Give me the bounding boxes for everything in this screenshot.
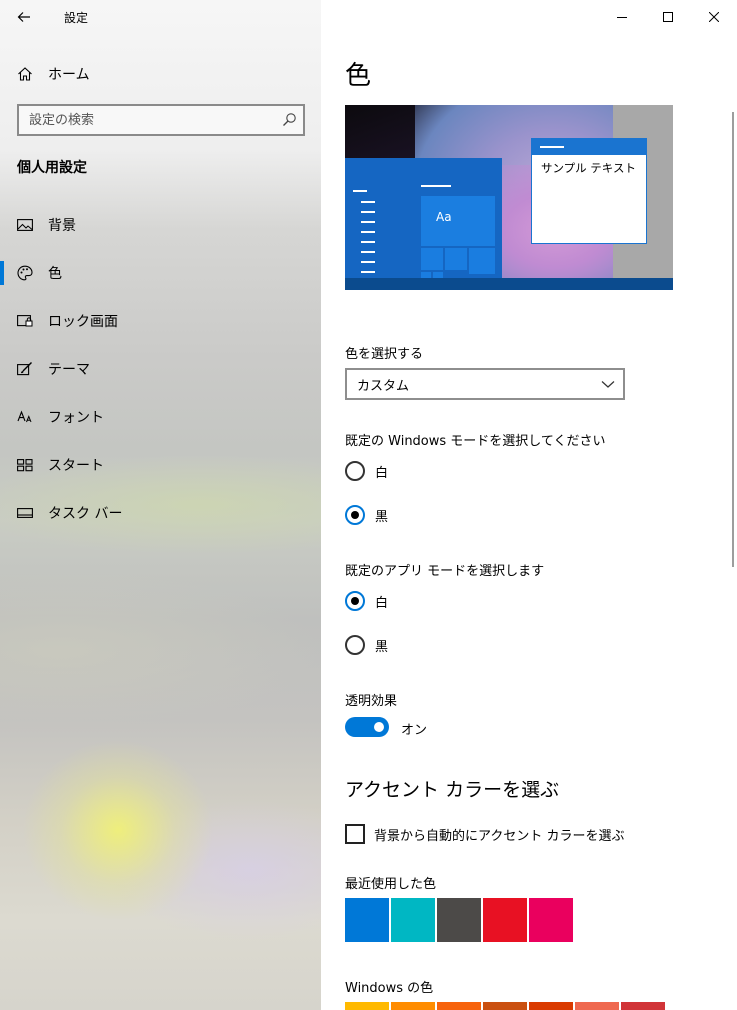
color-swatch[interactable] (529, 898, 573, 942)
back-button[interactable] (8, 2, 40, 32)
title-bar: 設定 (0, 0, 321, 34)
windows-mode-label: 既定の Windows モードを選択してください (345, 434, 606, 449)
windows-colors-label: Windows の色 (345, 981, 434, 996)
color-swatch[interactable] (345, 1002, 389, 1010)
radio-label: 黒 (375, 509, 389, 525)
start-grid-icon (16, 456, 34, 474)
auto-accent-checkbox-row[interactable]: 背景から自動的にアクセント カラーを選ぶ (345, 823, 624, 845)
color-swatch[interactable] (345, 898, 389, 942)
sidebar: 設定 ホーム 個人用設定 背景 (0, 0, 321, 1010)
minimize-icon (617, 17, 627, 18)
transparency-toggle[interactable] (345, 717, 389, 737)
close-icon (709, 12, 719, 22)
color-swatch[interactable] (575, 1002, 619, 1010)
sidebar-item-lock-screen[interactable]: ロック画面 (0, 301, 321, 341)
window-controls (599, 0, 737, 34)
app-mode-light-radio[interactable]: 白 (345, 589, 388, 613)
radio-button[interactable] (345, 461, 365, 481)
sidebar-item-label: フォント (48, 410, 104, 426)
sidebar-item-label: テーマ (48, 362, 90, 378)
color-swatch[interactable] (437, 1002, 481, 1010)
scrollbar[interactable] (732, 112, 734, 567)
theme-brush-icon (16, 360, 34, 378)
maximize-button[interactable] (645, 0, 691, 34)
maximize-icon (663, 12, 673, 22)
sidebar-item-label: 背景 (48, 218, 76, 234)
lock-screen-icon (16, 312, 34, 330)
close-button[interactable] (691, 0, 737, 34)
radio-label: 白 (375, 595, 389, 611)
sidebar-item-label: スタート (48, 458, 104, 474)
radio-button[interactable] (345, 591, 365, 611)
app-mode-label: 既定のアプリ モードを選択します (345, 564, 545, 579)
section-title: 個人用設定 (17, 160, 87, 176)
windows-mode-light-radio[interactable]: 白 (345, 459, 388, 483)
back-arrow-icon (17, 12, 30, 22)
palette-icon (16, 264, 34, 282)
transparency-state-label: オン (401, 723, 428, 738)
sidebar-item-label: 色 (48, 266, 62, 282)
sidebar-item-themes[interactable]: テーマ (0, 349, 321, 389)
search-icon[interactable] (281, 112, 297, 128)
home-label: ホーム (48, 67, 90, 83)
page-title: 色 (345, 61, 372, 91)
color-swatch[interactable] (529, 1002, 573, 1010)
choose-color-label: 色を選択する (345, 347, 424, 362)
main-panel: 色 Aa サンプル テキスト 色を選択する カスタム 既定の Windows モ… (321, 0, 737, 1010)
home-icon (16, 65, 34, 83)
search-box[interactable] (17, 104, 305, 136)
sidebar-item-taskbar[interactable]: タスク バー (0, 493, 321, 533)
sidebar-item-label: タスク バー (48, 506, 123, 522)
color-swatch[interactable] (391, 898, 435, 942)
app-mode-dark-radio[interactable]: 黒 (345, 633, 388, 657)
preview-tile-text: Aa (436, 210, 452, 224)
minimize-button[interactable] (599, 0, 645, 34)
windows-mode-dark-radio[interactable]: 黒 (345, 503, 388, 527)
preview-taskbar (345, 278, 673, 290)
picture-icon (16, 216, 34, 234)
recent-colors (345, 898, 573, 942)
taskbar-icon (16, 504, 34, 522)
color-swatch[interactable] (621, 1002, 665, 1010)
choose-color-value: カスタム (357, 378, 410, 394)
sidebar-item-colors[interactable]: 色 (0, 253, 321, 293)
auto-accent-label: 背景から自動的にアクセント カラーを選ぶ (374, 828, 625, 844)
color-swatch[interactable] (483, 898, 527, 942)
radio-button[interactable] (345, 635, 365, 655)
accent-heading: アクセント カラーを選ぶ (345, 779, 560, 801)
chevron-down-icon (601, 381, 615, 388)
auto-accent-checkbox[interactable] (345, 824, 365, 844)
radio-button[interactable] (345, 505, 365, 525)
sidebar-item-label: ロック画面 (48, 314, 118, 330)
sidebar-item-start[interactable]: スタート (0, 445, 321, 485)
transparency-label: 透明効果 (345, 694, 398, 709)
color-swatch[interactable] (391, 1002, 435, 1010)
preview-sample-text: サンプル テキスト (541, 161, 636, 175)
choose-color-dropdown[interactable]: カスタム (345, 368, 625, 400)
radio-label: 白 (375, 465, 389, 481)
sidebar-item-background[interactable]: 背景 (0, 205, 321, 245)
nav-home[interactable]: ホーム (0, 58, 321, 90)
color-swatch[interactable] (483, 1002, 527, 1010)
color-swatch[interactable] (437, 898, 481, 942)
preview-start-menu (345, 158, 502, 282)
app-title: 設定 (64, 11, 89, 25)
windows-colors (345, 1002, 665, 1010)
recent-colors-label: 最近使用した色 (345, 877, 437, 892)
radio-label: 黒 (375, 639, 389, 655)
font-icon (16, 408, 34, 426)
sidebar-item-fonts[interactable]: フォント (0, 397, 321, 437)
color-preview: Aa サンプル テキスト (345, 105, 673, 290)
search-input[interactable] (19, 106, 269, 134)
preview-sample-window: サンプル テキスト (531, 138, 647, 244)
